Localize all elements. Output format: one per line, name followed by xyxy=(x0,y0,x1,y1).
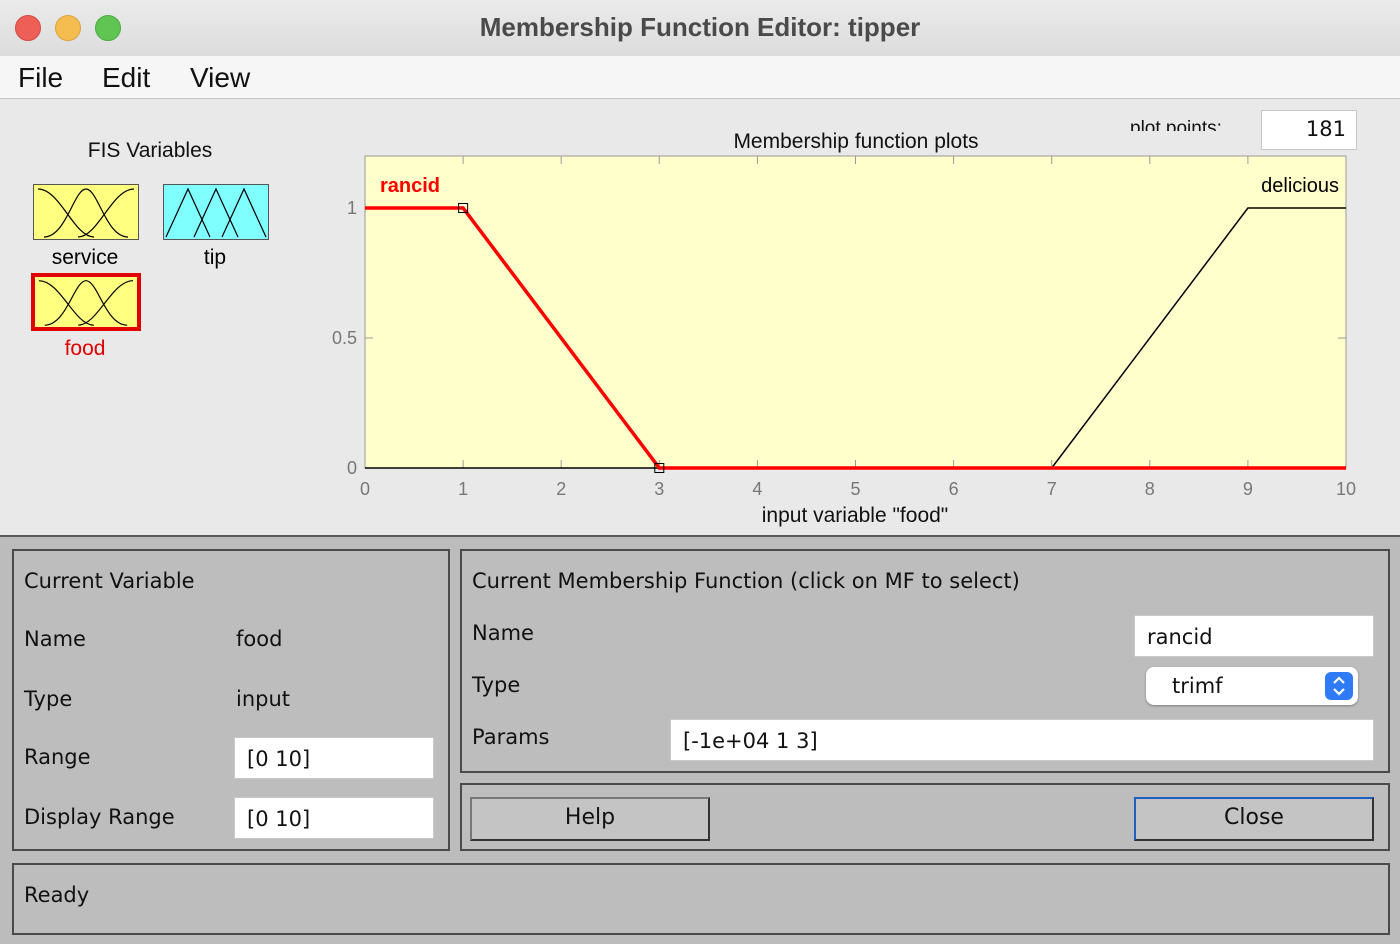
variable-type-value: input xyxy=(236,687,291,711)
fis-variable-tip-icon[interactable] xyxy=(163,184,269,240)
plot-area xyxy=(364,155,1347,469)
mf-type-label: Type xyxy=(472,673,521,697)
close-button[interactable]: Close xyxy=(1134,797,1374,841)
x-tick-label: 8 xyxy=(1145,479,1155,499)
x-tick-label: 4 xyxy=(752,479,762,499)
x-tick-label: 10 xyxy=(1336,479,1356,499)
x-axis-label: input variable "food" xyxy=(762,504,949,527)
status-text: Ready xyxy=(24,883,90,907)
x-tick-label: 7 xyxy=(1047,479,1057,499)
variable-type-label: Type xyxy=(24,687,73,711)
lower-area: Current Variable Name food Type input Ra… xyxy=(0,535,1400,944)
display-range-label: Display Range xyxy=(24,805,175,829)
fis-variables-heading: FIS Variables xyxy=(87,139,213,162)
variable-name-label: Name xyxy=(24,627,86,651)
range-label: Range xyxy=(24,745,91,769)
x-tick-label: 9 xyxy=(1243,479,1253,499)
status-panel: Ready xyxy=(12,863,1390,935)
current-variable-panel: Current Variable Name food Type input Ra… xyxy=(12,549,450,851)
menu-file[interactable]: File xyxy=(18,62,63,94)
menu-bar: File Edit View xyxy=(0,56,1400,99)
variable-name-value: food xyxy=(236,627,283,651)
chevron-updown-icon xyxy=(1325,672,1353,700)
x-tick-label: 3 xyxy=(654,479,664,499)
fis-variable-service-icon[interactable] xyxy=(33,184,139,240)
x-tick-label: 6 xyxy=(949,479,959,499)
window-title: Membership Function Editor: tipper xyxy=(479,12,921,42)
buttons-panel: Help Close xyxy=(460,783,1390,851)
mf-type-value: trimf xyxy=(1172,674,1223,698)
mf-type-select[interactable]: trimf xyxy=(1146,667,1358,705)
x-tick-label: 1 xyxy=(458,479,468,499)
mf-params-label: Params xyxy=(472,725,550,749)
current-mf-heading: Current Membership Function (click on MF… xyxy=(472,569,1020,593)
membership-chart[interactable]: Membership function plots 0 1 2 3 4 5 6 7 8 9 10 0 0… xyxy=(300,120,1380,530)
y-tick-label: 0.5 xyxy=(332,328,357,348)
display-range-input[interactable]: [0 10] xyxy=(234,797,434,839)
mf-params-input[interactable]: [-1e+04 1 3] xyxy=(670,719,1374,761)
mf-label-rancid[interactable]: rancid xyxy=(380,175,440,197)
menu-view[interactable]: View xyxy=(190,62,250,94)
menu-edit[interactable]: Edit xyxy=(102,62,150,94)
mf-label-delicious[interactable]: delicious xyxy=(1261,175,1339,197)
help-button[interactable]: Help xyxy=(470,797,710,841)
fis-variable-service-label: service xyxy=(51,246,119,269)
mf-name-input[interactable]: rancid xyxy=(1134,615,1374,657)
title-bar: Membership Function Editor: tipper xyxy=(0,0,1400,56)
range-input[interactable]: [0 10] xyxy=(234,737,434,779)
current-variable-heading: Current Variable xyxy=(24,569,195,593)
current-mf-panel: Current Membership Function (click on MF… xyxy=(460,549,1390,773)
y-tick-label: 1 xyxy=(347,198,357,218)
x-tick-label: 0 xyxy=(360,479,370,499)
fis-variable-food-label: food xyxy=(64,337,106,360)
x-tick-label: 5 xyxy=(850,479,860,499)
mf-name-label: Name xyxy=(472,621,534,645)
x-tick-label: 2 xyxy=(556,479,566,499)
chart-title: Membership function plots xyxy=(733,130,978,153)
fis-variable-tip-label: tip xyxy=(203,246,227,269)
fis-variable-food-icon[interactable] xyxy=(31,273,141,331)
y-tick-label: 0 xyxy=(347,458,357,478)
